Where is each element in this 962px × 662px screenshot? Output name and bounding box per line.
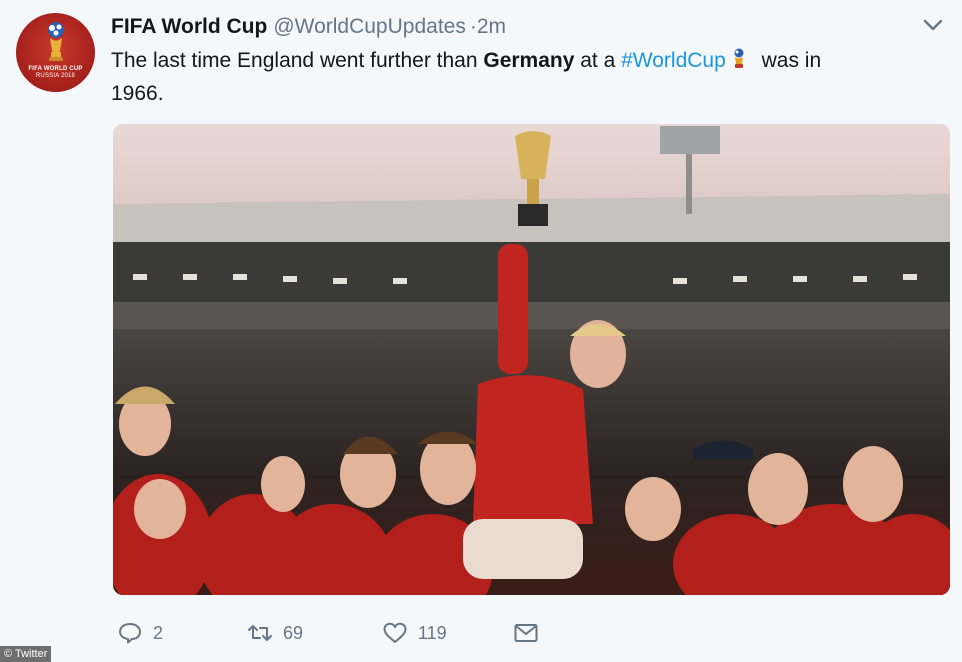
tweet-text-part3: was in [755, 49, 822, 72]
twitter-watermark: © Twitter [0, 646, 52, 662]
avatar[interactable]: FIFA WORLD CUP RUSSIA 2018 [16, 13, 95, 92]
tweet-actions: 2 69 119 [0, 618, 962, 648]
retweet-button[interactable]: 69 [247, 618, 303, 648]
envelope-icon [514, 624, 538, 642]
timestamp[interactable]: 2m [477, 15, 506, 38]
hashtag-link[interactable]: #WorldCup [621, 49, 726, 72]
author-name[interactable]: FIFA World Cup [111, 15, 267, 38]
time-separator: · [469, 15, 477, 38]
reply-button[interactable]: 2 [117, 618, 163, 648]
avatar-text-line1: FIFA WORLD CUP [28, 66, 83, 72]
avatar-text-line2: RUSSIA 2018 [35, 73, 76, 79]
direct-message-button[interactable] [513, 618, 539, 648]
like-count: 119 [418, 622, 447, 643]
reply-icon [119, 623, 141, 644]
reply-count: 2 [153, 622, 164, 643]
tweet-text-part1: The last time England went further than [111, 49, 484, 72]
tweet-text: The last time England went further than … [111, 44, 911, 110]
author-handle[interactable]: @WorldCupUpdates [273, 15, 466, 38]
photo-illustration [113, 124, 950, 595]
tweet-header: FIFA World Cup @WorldCupUpdates ·2m [111, 14, 506, 40]
tweet-text-line2: 1966. [111, 82, 164, 105]
tweet-text-bold: Germany [483, 49, 575, 72]
tweet-photo[interactable] [113, 124, 950, 595]
chevron-down-icon[interactable] [922, 17, 944, 33]
retweet-icon [248, 625, 272, 641]
world-cup-logo-icon [48, 22, 64, 61]
heart-icon [383, 622, 407, 643]
world-cup-trophy-icon [734, 48, 744, 68]
tweet-text-part2: at a [574, 49, 622, 72]
like-button[interactable]: 119 [382, 618, 447, 648]
tweet[interactable]: FIFA WORLD CUP RUSSIA 2018 FIFA World Cu… [0, 0, 962, 662]
retweet-count: 69 [283, 622, 304, 643]
